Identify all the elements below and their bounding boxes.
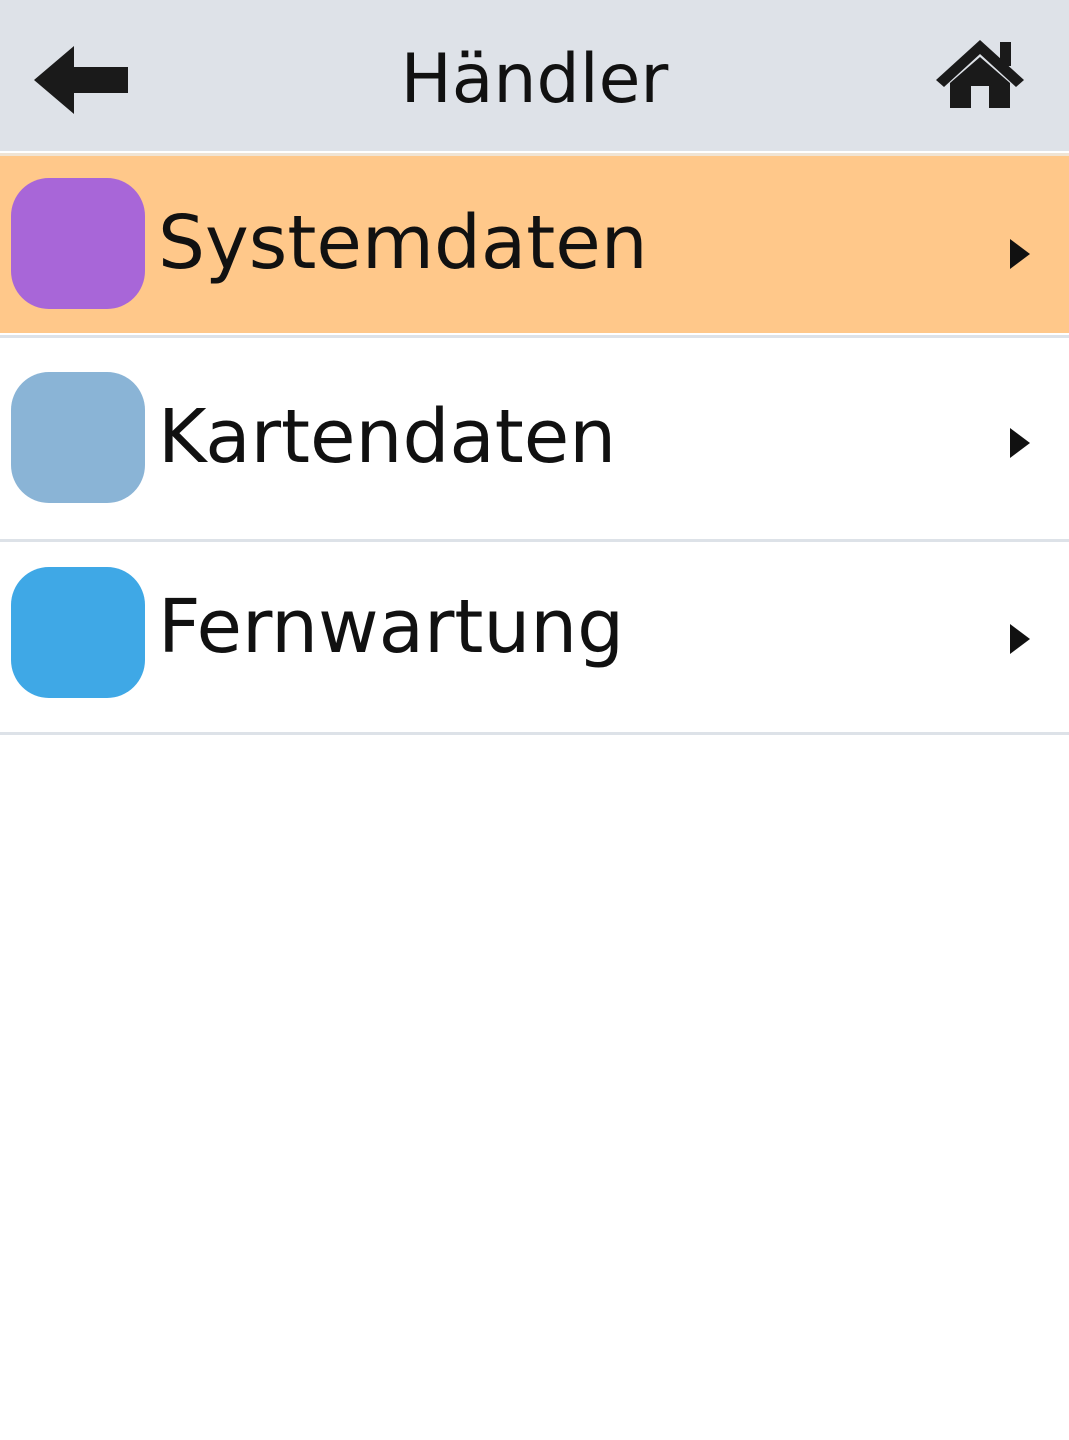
page-title: Händler	[400, 40, 669, 119]
divider	[0, 732, 1069, 735]
chevron-right-icon	[1010, 624, 1030, 654]
home-button[interactable]	[930, 36, 1030, 112]
kartendaten-tile-icon	[11, 372, 145, 503]
chevron-right-icon	[1010, 239, 1030, 269]
arrow-left-icon	[34, 46, 128, 114]
list-item-label: Systemdaten	[158, 200, 648, 286]
list-item-label: Kartendaten	[158, 394, 617, 480]
list-item-label: Fernwartung	[158, 584, 625, 670]
header-bar: Händler	[0, 0, 1069, 151]
list-item-fernwartung[interactable]: Fernwartung	[0, 542, 1069, 733]
list-item-kartendaten[interactable]: Kartendaten	[0, 338, 1069, 539]
fernwartung-tile-icon	[11, 567, 145, 698]
systemdaten-tile-icon	[11, 178, 145, 309]
list-item-systemdaten[interactable]: Systemdaten	[0, 153, 1069, 333]
chevron-right-icon	[1010, 428, 1030, 458]
back-button[interactable]	[30, 40, 132, 120]
home-icon	[936, 40, 1024, 108]
